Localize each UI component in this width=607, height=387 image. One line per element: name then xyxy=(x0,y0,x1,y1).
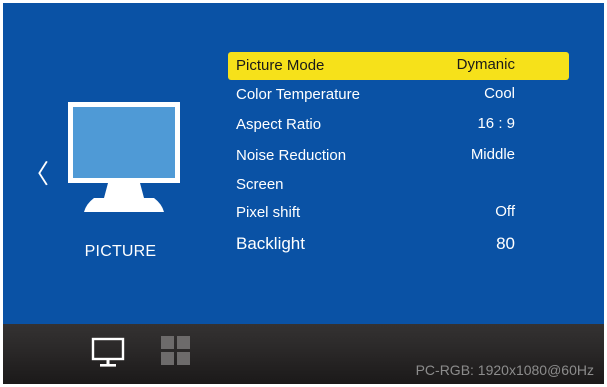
back-chevron-icon[interactable]: 〈 xyxy=(23,161,49,187)
menu-item-label: Color Temperature xyxy=(236,86,360,103)
menu-item-label: Noise Reduction xyxy=(236,147,347,164)
monitor-icon[interactable] xyxy=(90,336,126,370)
grid-icon[interactable] xyxy=(160,335,192,367)
menu-item-value: 16 : 9 xyxy=(477,115,515,132)
menu-item-label: Pixel shift xyxy=(236,204,301,221)
menu-item-value: Cool xyxy=(484,85,515,102)
menu-item-picture-mode[interactable]: Picture Mode Dymanic xyxy=(228,52,569,80)
menu-item-pixel-shift[interactable]: Pixel shift Off xyxy=(228,199,569,227)
menu-item-color-temperature[interactable]: Color Temperature Cool xyxy=(228,81,569,109)
menu-item-value: 80 xyxy=(496,234,515,253)
menu-item-noise-reduction[interactable]: Noise Reduction Middle xyxy=(228,142,569,170)
menu-item-value: Off xyxy=(495,203,515,220)
menu-item-value: Middle xyxy=(470,146,515,163)
status-text: PC-RGB: 1920x1080@60Hz xyxy=(415,362,594,378)
menu-item-label: Backlight xyxy=(236,234,305,253)
menu-item-backlight[interactable]: Backlight 80 xyxy=(228,231,569,259)
monitor-icon xyxy=(68,102,180,212)
menu-item-label: Aspect Ratio xyxy=(236,116,322,133)
menu-item-value: Dymanic xyxy=(456,56,515,73)
bottom-bar: PC-RGB: 1920x1080@60Hz xyxy=(3,324,604,384)
category-label: PICTURE xyxy=(84,243,157,260)
menu-item-aspect-ratio[interactable]: Aspect Ratio 16 : 9 xyxy=(228,111,569,139)
menu-item-label: Picture Mode xyxy=(236,57,325,74)
menu-item-screen[interactable]: Screen xyxy=(228,171,569,199)
menu-item-label: Screen xyxy=(236,176,284,193)
